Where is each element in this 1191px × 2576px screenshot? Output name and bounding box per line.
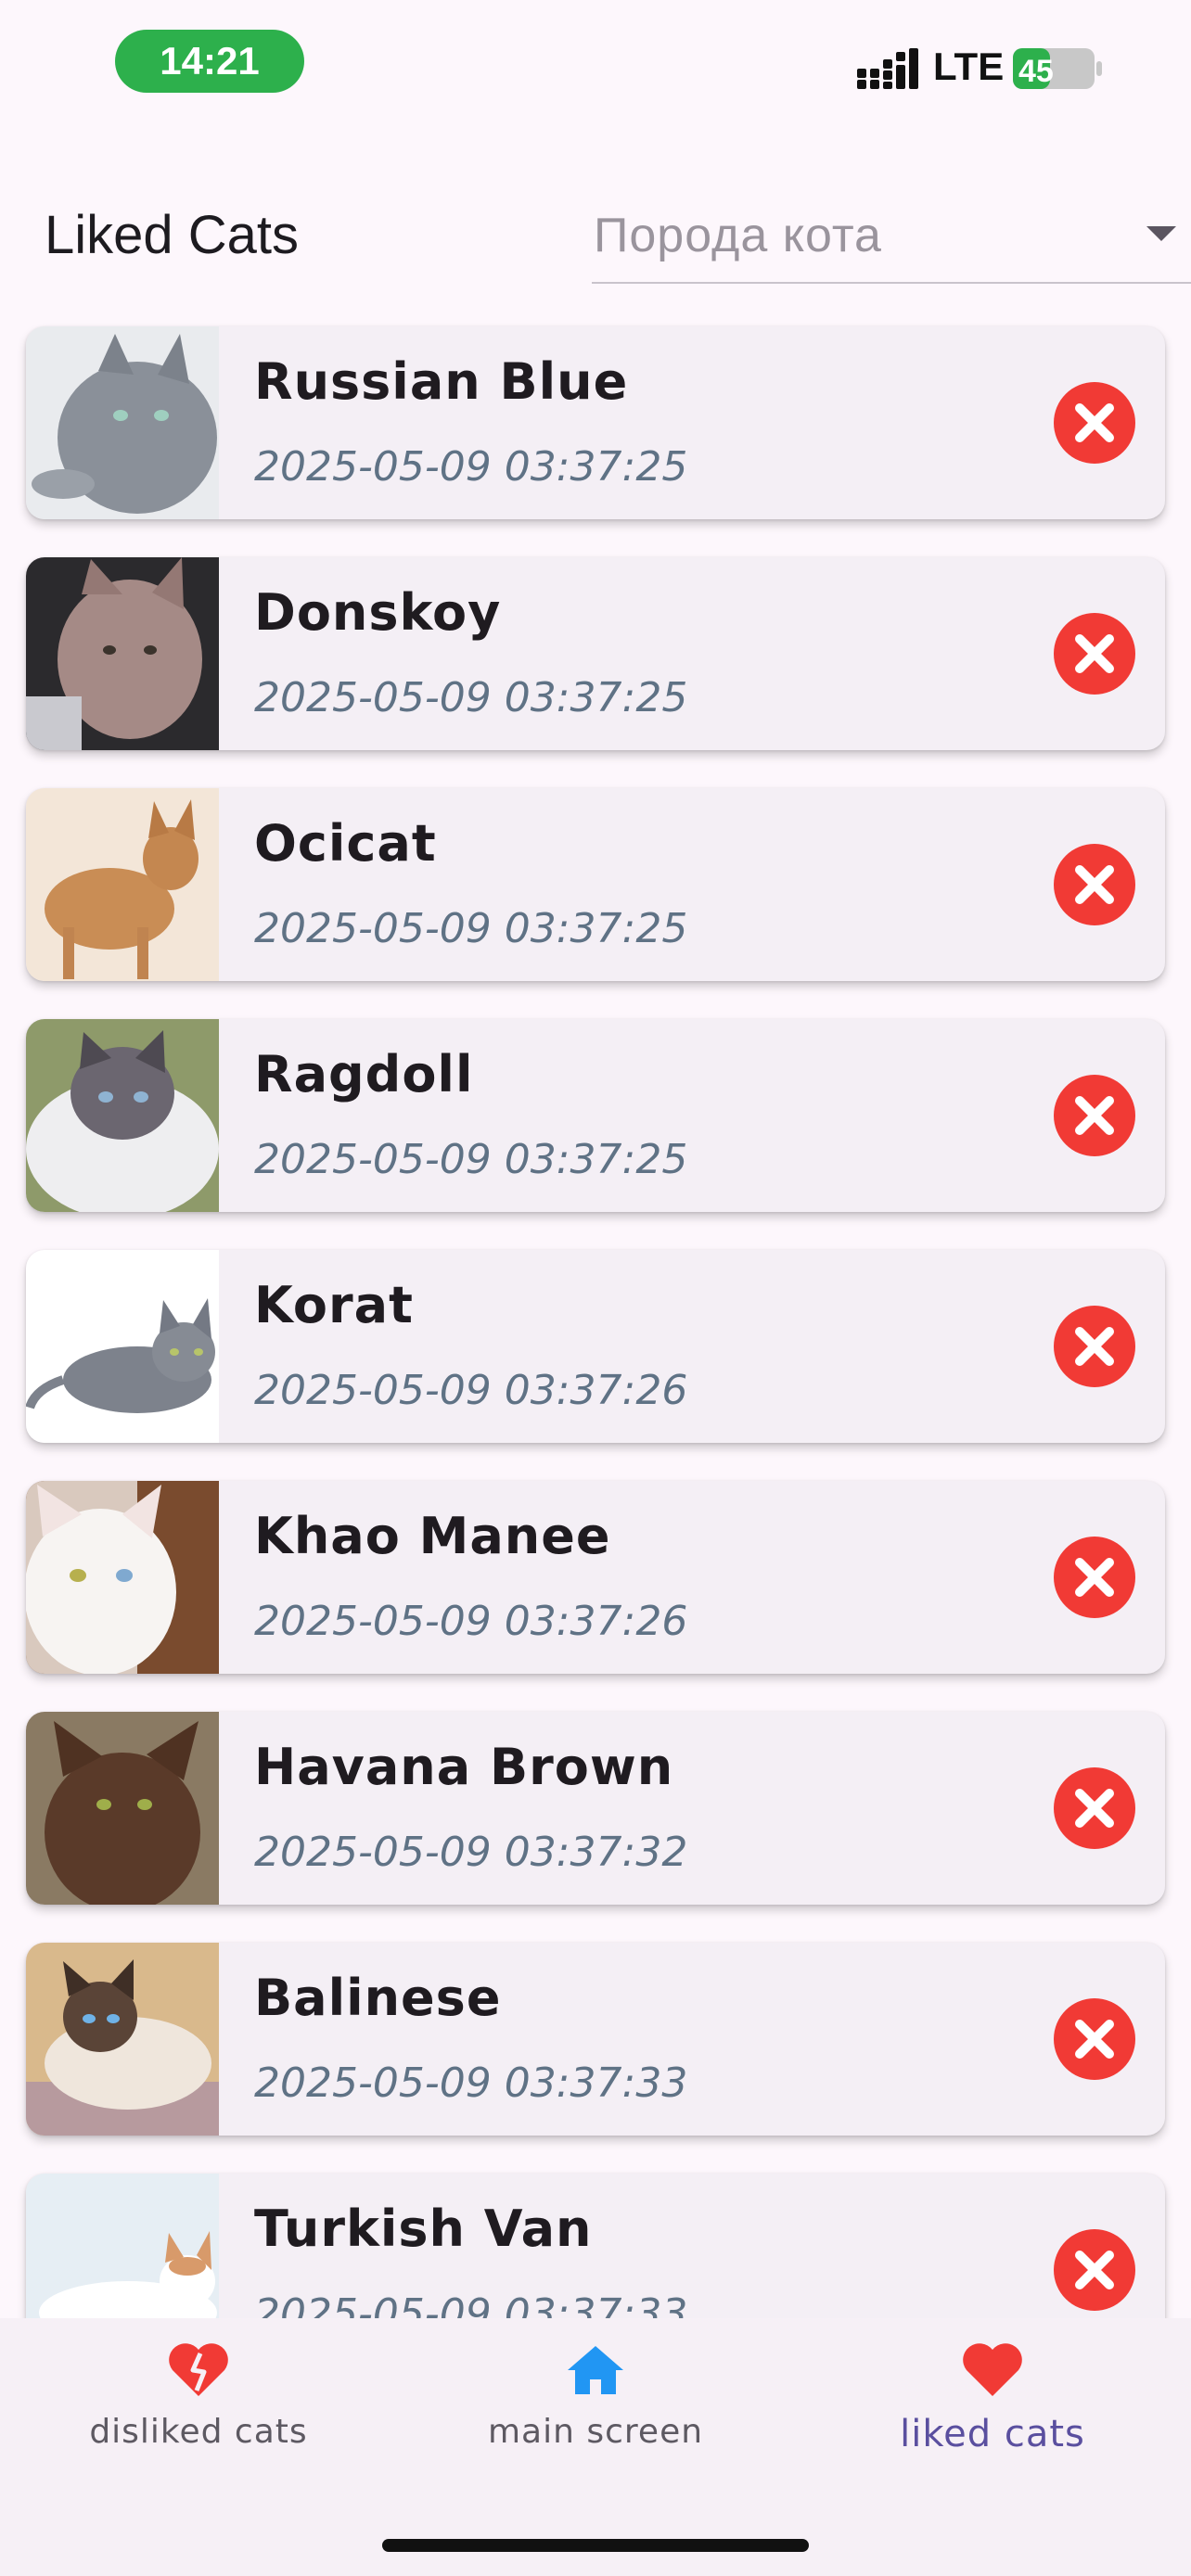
remove-button[interactable]	[1054, 844, 1135, 925]
nav-label: liked cats	[900, 2413, 1085, 2455]
remove-button[interactable]	[1054, 1998, 1135, 2080]
close-icon	[1075, 1327, 1114, 1366]
remove-button[interactable]	[1054, 1767, 1135, 1849]
home-icon	[568, 2346, 623, 2394]
cat-date: 2025-05-09 03:37:25	[254, 1136, 688, 1183]
cat-date: 2025-05-09 03:37:25	[254, 905, 688, 952]
dropdown-arrow-icon	[1146, 226, 1176, 241]
liked-cats-list[interactable]: Russian Blue 2025-05-09 03:37:25 Donskoy…	[0, 315, 1191, 2318]
cat-date: 2025-05-09 03:37:33	[254, 2060, 688, 2107]
remove-button[interactable]	[1054, 1306, 1135, 1387]
signal-icon	[857, 48, 918, 89]
battery-icon: 45	[1013, 48, 1102, 89]
cat-photo	[26, 1712, 219, 1905]
close-icon	[1075, 865, 1114, 904]
close-icon	[1075, 1789, 1114, 1828]
cat-name: Balinese	[254, 1969, 502, 2027]
cat-photo	[26, 326, 219, 519]
breed-dropdown-placeholder: Порода кота	[594, 209, 882, 262]
cat-card[interactable]: Korat 2025-05-09 03:37:26	[26, 1250, 1165, 1443]
cat-name: Khao Manee	[254, 1507, 611, 1565]
broken-heart-icon	[169, 2343, 228, 2396]
remove-button[interactable]	[1054, 1537, 1135, 1618]
bottom-navigation: disliked cats main screen liked cats	[0, 2318, 1191, 2576]
cat-name: Ocicat	[254, 814, 437, 873]
close-icon	[1075, 403, 1114, 442]
remove-button[interactable]	[1054, 2229, 1135, 2311]
cat-name: Ragdoll	[254, 1045, 474, 1103]
close-icon	[1075, 1558, 1114, 1597]
close-icon	[1075, 2020, 1114, 2059]
breed-dropdown[interactable]: Порода кота	[592, 185, 1191, 284]
cat-card[interactable]: Balinese 2025-05-09 03:37:33	[26, 1943, 1165, 2136]
close-icon	[1075, 1096, 1114, 1135]
cat-date: 2025-05-09 03:37:26	[254, 1367, 688, 1414]
remove-button[interactable]	[1054, 1075, 1135, 1156]
cat-name: Donskoy	[254, 583, 502, 642]
cat-card[interactable]: Turkish Van 2025-05-09 03:37:33	[26, 2174, 1165, 2318]
heart-icon	[963, 2343, 1022, 2396]
cat-date: 2025-05-09 03:37:32	[254, 1829, 688, 1876]
cat-date: 2025-05-09 03:37:33	[254, 2290, 688, 2318]
cat-card[interactable]: Havana Brown 2025-05-09 03:37:32	[26, 1712, 1165, 1905]
cat-date: 2025-05-09 03:37:25	[254, 674, 688, 721]
cat-photo	[26, 2174, 219, 2318]
cat-card[interactable]: Khao Manee 2025-05-09 03:37:26	[26, 1481, 1165, 1674]
cat-photo	[26, 1019, 219, 1212]
cat-card[interactable]: Ragdoll 2025-05-09 03:37:25	[26, 1019, 1165, 1212]
cat-name: Russian Blue	[254, 352, 629, 411]
cat-name: Havana Brown	[254, 1738, 674, 1796]
status-bar: 14:21 LTE 45	[0, 0, 1191, 130]
cat-photo	[26, 788, 219, 981]
cat-date: 2025-05-09 03:37:26	[254, 1598, 688, 1645]
cat-card[interactable]: Ocicat 2025-05-09 03:37:25	[26, 788, 1165, 981]
page-title: Liked Cats	[45, 205, 300, 265]
home-indicator	[382, 2539, 809, 2552]
cat-photo	[26, 1943, 219, 2136]
nav-disliked-cats[interactable]: disliked cats	[59, 2337, 338, 2476]
battery-level: 45	[1018, 54, 1054, 89]
nav-main-screen[interactable]: main screen	[456, 2337, 735, 2476]
remove-button[interactable]	[1054, 613, 1135, 695]
cat-card[interactable]: Donskoy 2025-05-09 03:37:25	[26, 557, 1165, 750]
remove-button[interactable]	[1054, 382, 1135, 464]
close-icon	[1075, 2251, 1114, 2289]
header: Liked Cats Порода кота	[0, 185, 1191, 287]
cat-photo	[26, 1481, 219, 1674]
network-type: LTE	[933, 45, 1005, 88]
cat-card[interactable]: Russian Blue 2025-05-09 03:37:25	[26, 326, 1165, 519]
nav-label: disliked cats	[89, 2413, 308, 2451]
nav-label: main screen	[487, 2413, 704, 2451]
cat-photo	[26, 1250, 219, 1443]
cat-name: Korat	[254, 1276, 414, 1334]
cat-date: 2025-05-09 03:37:25	[254, 443, 688, 491]
status-time: 14:21	[115, 30, 304, 93]
cat-photo	[26, 557, 219, 750]
close-icon	[1075, 634, 1114, 673]
cat-name: Turkish Van	[254, 2200, 593, 2258]
nav-liked-cats[interactable]: liked cats	[853, 2337, 1132, 2476]
